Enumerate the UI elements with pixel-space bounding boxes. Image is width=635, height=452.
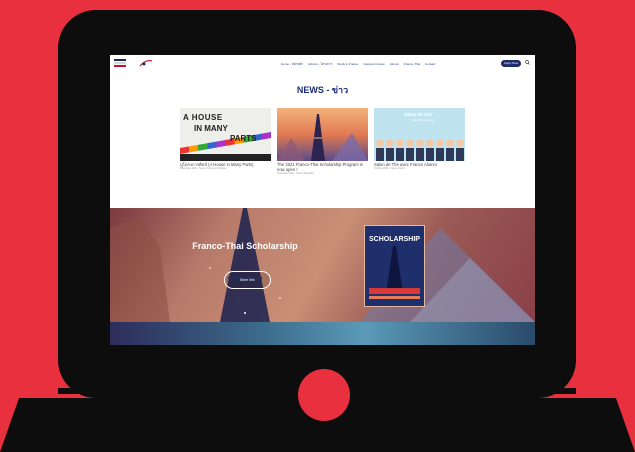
card-meta: November 2021 - News, Education (277, 172, 315, 175)
card-meta: November 2021 - News, Culture and Media (180, 167, 226, 170)
thumb-text: A HOUSE (183, 113, 223, 122)
more-info-button[interactable]: More Info (224, 271, 271, 289)
nav-item[interactable]: Home - หน้าหลัก (281, 61, 303, 67)
thumb-text: IN MANY (194, 124, 228, 133)
thumb-text: PARTS (230, 134, 257, 143)
cta-button[interactable]: Apply Now (501, 60, 521, 67)
nav-item[interactable]: Campus France (363, 61, 384, 67)
scholarship-hero: Franco-Thai Scholarship More Info SCHOLA… (110, 208, 535, 322)
eiffel-louvre-image (277, 114, 368, 161)
hero-title: Franco-Thai Scholarship (192, 241, 298, 251)
nav-item[interactable]: Study in France (337, 61, 358, 67)
next-section-preview (110, 322, 535, 345)
card-title[interactable]: The 2021 Franco-Thai Scholarship Program… (277, 162, 368, 172)
card-meta: October 2021 - News, Alumni (374, 167, 406, 170)
main-nav: Home - หน้าหลัก Actions - โครงการ Study … (281, 61, 435, 67)
nav-item[interactable]: Alumni (390, 61, 399, 67)
card-thumbnail[interactable]: A HOUSE IN MANY PARTS (180, 108, 271, 161)
card-thumbnail[interactable]: Salon de Thé avec France Alumni (374, 108, 465, 161)
news-card[interactable]: Salon de Thé avec France Alumni Salon de… (374, 108, 465, 171)
nav-item[interactable]: Franco-Thai (404, 61, 420, 67)
thumb-bar (180, 154, 271, 161)
hero-background (110, 208, 535, 322)
scholarship-poster[interactable]: SCHOLARSHIP (364, 225, 425, 307)
power-button (298, 369, 350, 421)
thumb-subtitle: avec France Alumni (412, 119, 435, 122)
embassy-logo[interactable] (114, 59, 126, 69)
news-card[interactable]: The 2021 Franco-Thai Scholarship Program… (277, 108, 368, 176)
search-icon[interactable] (525, 60, 530, 65)
card-thumbnail[interactable] (277, 108, 368, 161)
color-stripe (180, 131, 271, 155)
laptop-screen: Home - หน้าหลัก Actions - โครงการ Study … (110, 55, 535, 345)
nav-item[interactable]: Contact (425, 61, 435, 67)
news-card[interactable]: A HOUSE IN MANY PARTS ปูโครงการศิลป์ (A … (180, 108, 271, 171)
site-header: Home - หน้าหลัก Actions - โครงการ Study … (110, 55, 535, 73)
nav-item[interactable]: Actions - โครงการ (308, 61, 332, 67)
people-photos (376, 139, 464, 161)
poster-art (369, 246, 420, 299)
news-heading: NEWS - ข่าว (296, 85, 349, 95)
thumb-title: Salon de Thé (404, 112, 433, 117)
institute-logo-icon[interactable] (138, 58, 154, 69)
